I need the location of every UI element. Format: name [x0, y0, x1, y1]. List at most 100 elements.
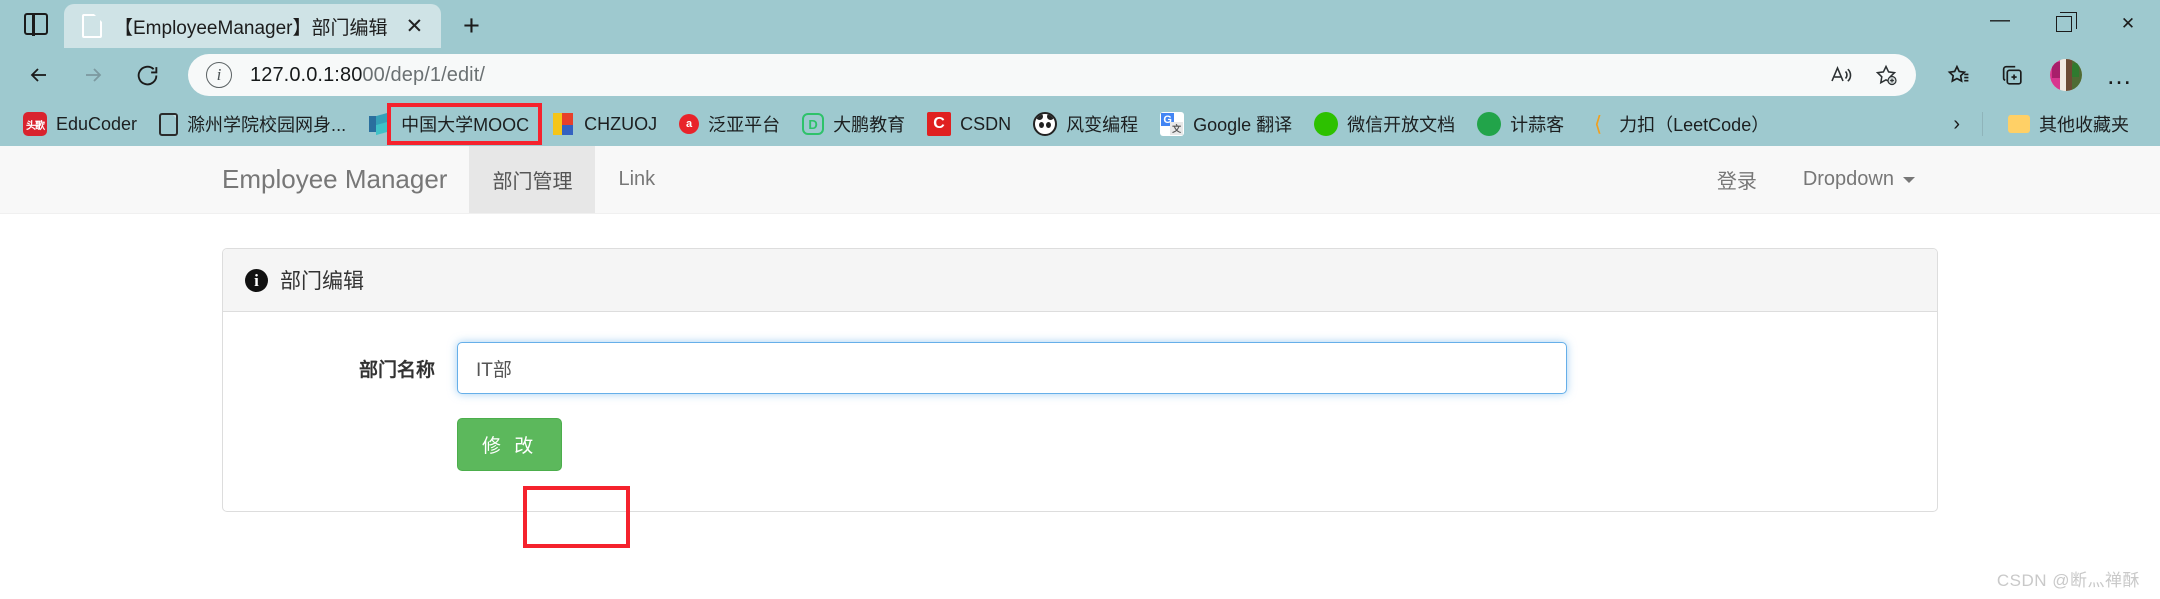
bookmark-mooc[interactable]: 中国大学MOOC [357, 106, 540, 142]
bookmark-dapeng[interactable]: D 大鹏教育 [791, 106, 916, 142]
card-title: 部门编辑 [280, 270, 364, 293]
bookmark-csdn[interactable]: C CSDN [916, 107, 1022, 141]
nav-link-department-management[interactable]: 部门管理 [469, 146, 596, 213]
tab-title: 【EmployeeManager】部门编辑 [114, 17, 388, 39]
chzuoj-icon [551, 112, 575, 136]
url-text: 127.0.0.1:8000/dep/1/edit/ [250, 64, 485, 87]
collections-button[interactable] [1986, 54, 2038, 96]
bookmarks-divider [1982, 112, 1983, 136]
form-actions: 修 改 [245, 418, 1915, 471]
nav-link-link[interactable]: Link [595, 146, 678, 213]
url-path: 00/dep/1/edit/ [362, 63, 486, 86]
bookmark-label: 力扣（LeetCode） [1619, 115, 1770, 135]
back-arrow-icon [30, 68, 46, 82]
fanya-icon: a [679, 114, 700, 134]
favorites-button[interactable] [1932, 54, 1984, 96]
bookmark-fengbian[interactable]: 风变编程 [1022, 106, 1149, 142]
read-aloud-icon[interactable] [1818, 56, 1862, 94]
form-row-department-name: 部门名称 [245, 342, 1915, 394]
folder-icon [2008, 115, 2030, 133]
nav-dropdown[interactable]: Dropdown [1780, 146, 1938, 213]
google-translate-icon: G文 [1160, 112, 1185, 136]
omnibox-actions [1818, 56, 1908, 94]
bookmark-label: 中国大学MOOC [401, 115, 530, 135]
dapeng-icon: D [802, 113, 825, 135]
bookmark-other-folder[interactable]: 其他收藏夹 [1997, 106, 2140, 142]
watermark: CSDN @断灬禅酥 [1996, 571, 2140, 590]
forward-button[interactable] [68, 54, 118, 96]
submit-button[interactable]: 修 改 [457, 418, 563, 471]
star-plus-glyph [1875, 64, 1897, 86]
page-container: i 部门编辑 部门名称 修 改 [0, 214, 2160, 512]
toolbar-right-actions: … [1932, 54, 2146, 96]
chevron-down-icon [1903, 176, 1915, 183]
maximize-icon [2056, 12, 2077, 32]
settings-more-button[interactable]: … [2094, 54, 2146, 96]
bookmark-fanya[interactable]: a 泛亚平台 [668, 106, 791, 142]
browser-window: 【EmployeeManager】部门编辑 ✕ + — ✕ i 127.0.0.… [0, 0, 2160, 599]
fengbian-panda-icon [1033, 112, 1058, 136]
department-edit-card: i 部门编辑 部门名称 修 改 [222, 248, 1938, 512]
bookmark-label: Google 翻译 [1193, 115, 1293, 135]
bookmarks-bar: 头歌 EduCoder 滁州学院校园网身... 中国大学MOOC CHZUOJ … [0, 102, 2160, 146]
read-aloud-glyph [1831, 65, 1852, 82]
bookmark-google-translate[interactable]: G文 Google 翻译 [1149, 106, 1303, 142]
bookmark-label: 微信开放文档 [1347, 115, 1456, 135]
wechat-icon [1314, 112, 1339, 136]
bookmark-leetcode[interactable]: ⟨ 力扣（LeetCode） [1575, 106, 1780, 142]
add-favorite-icon[interactable] [1864, 56, 1908, 94]
window-controls: — ✕ [1968, 0, 2160, 48]
csdn-icon: C [927, 112, 952, 136]
bookmark-label: 其他收藏夹 [2039, 115, 2129, 135]
department-name-label: 部门名称 [358, 359, 435, 381]
navbar-right: 登录 Dropdown [1694, 146, 1938, 216]
department-name-input[interactable] [457, 342, 1567, 394]
page-content: Employee Manager 部门管理 Link 登录 Dropdown i… [0, 146, 2160, 599]
bookmark-label: 风变编程 [1066, 115, 1139, 135]
browser-toolbar: i 127.0.0.1:8000/dep/1/edit/ … [0, 48, 2160, 145]
bookmark-label: 计蒜客 [1510, 115, 1565, 135]
tab-close-icon[interactable]: ✕ [399, 11, 429, 41]
address-bar[interactable]: i 127.0.0.1:8000/dep/1/edit/ [188, 54, 1916, 96]
back-button[interactable] [14, 54, 64, 96]
forward-arrow-icon [86, 68, 102, 82]
jisuanke-icon [1477, 112, 1502, 136]
collections-icon [2002, 65, 2022, 85]
info-icon: i [245, 268, 268, 292]
close-window-button[interactable]: ✕ [2096, 0, 2160, 48]
page-favicon-icon [82, 14, 102, 38]
reload-button[interactable] [122, 54, 172, 96]
navbar-inner: Employee Manager 部门管理 Link 登录 Dropdown [0, 146, 2160, 213]
tab-strip: 【EmployeeManager】部门编辑 ✕ + — ✕ [0, 0, 2160, 48]
bookmark-educoder[interactable]: 头歌 EduCoder [12, 107, 148, 141]
browser-tab[interactable]: 【EmployeeManager】部门编辑 ✕ [64, 4, 442, 48]
bookmark-label: CSDN [960, 113, 1012, 134]
avatar [2050, 59, 2082, 91]
new-tab-button[interactable]: + [447, 4, 495, 48]
tab-actions-icon[interactable] [8, 0, 64, 48]
document-icon [159, 112, 179, 136]
bookmark-chuzhou-campus[interactable]: 滁州学院校园网身... [148, 106, 357, 142]
reload-icon [137, 65, 157, 85]
bookmarks-overflow: › 其他收藏夹 [1945, 106, 2148, 142]
profile-button[interactable] [2040, 54, 2092, 96]
sidebar-panel-icon [24, 12, 48, 36]
bookmark-wechat-docs[interactable]: 微信开放文档 [1303, 106, 1466, 142]
bookmarks-chevron-right-icon[interactable]: › [1945, 113, 1968, 136]
navbar-brand[interactable]: Employee Manager [222, 164, 469, 195]
nav-dropdown-label: Dropdown [1802, 168, 1894, 190]
bookmark-label: 泛亚平台 [708, 115, 781, 135]
card-header: i 部门编辑 [223, 249, 1937, 312]
bookmark-label: 大鹏教育 [833, 115, 906, 135]
url-host: 127.0.0.1:80 [250, 63, 363, 86]
site-info-icon[interactable]: i [206, 62, 232, 88]
minimize-button[interactable]: — [1968, 0, 2032, 48]
leetcode-icon: ⟨ [1594, 112, 1603, 136]
bookmark-chzuoj[interactable]: CHZUOJ [540, 107, 668, 141]
favorites-star-icon [1947, 64, 1968, 83]
nav-link-login[interactable]: 登录 [1694, 146, 1780, 216]
bookmark-label: 滁州学院校园网身... [187, 115, 347, 135]
card-body: 部门名称 修 改 [223, 312, 1937, 511]
maximize-button[interactable] [2032, 0, 2096, 48]
bookmark-jisuanke[interactable]: 计蒜客 [1466, 106, 1575, 142]
